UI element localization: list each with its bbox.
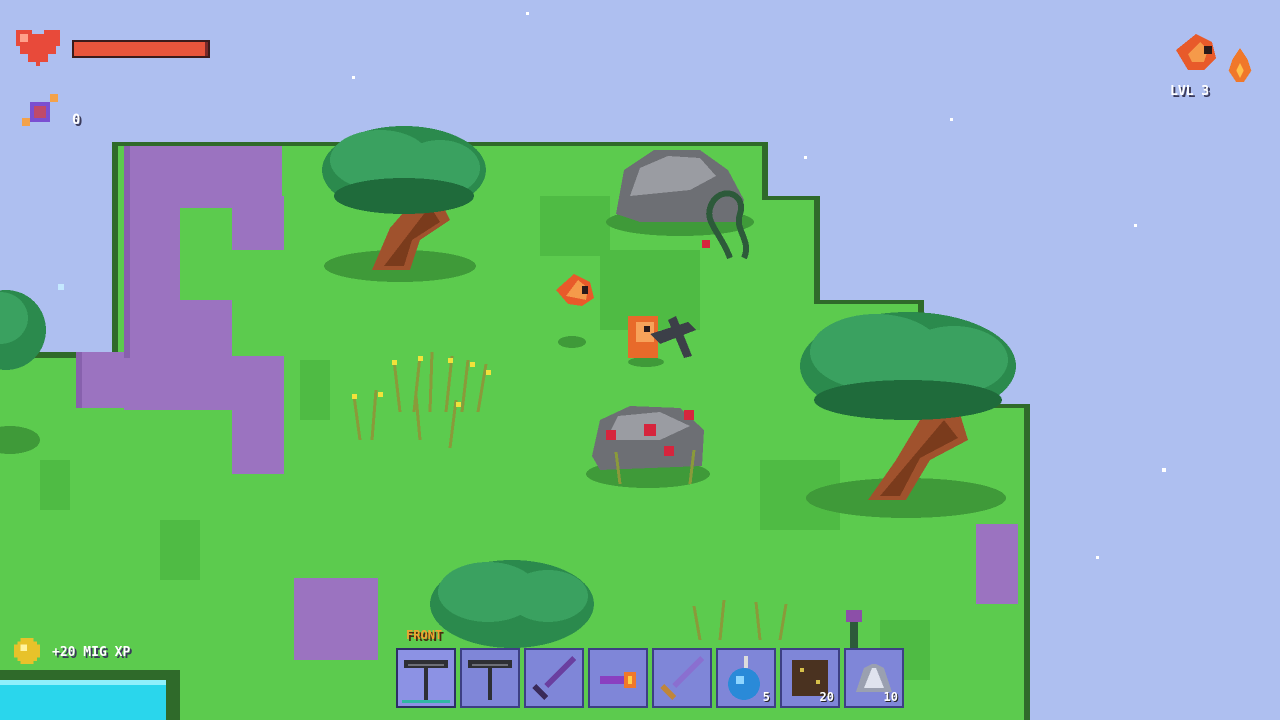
fire-spirit-level-icon	[1176, 34, 1216, 70]
purple-gem-icon	[22, 94, 58, 126]
purple-sword-icon	[532, 656, 576, 700]
hotbar-slot-2[interactable]	[460, 648, 520, 708]
item-count: 10	[883, 690, 898, 704]
tree[interactable]	[322, 126, 486, 282]
blue-bomb-icon	[728, 656, 760, 700]
gem-count: 0	[72, 112, 81, 128]
hotbar-slot-1[interactable]	[396, 648, 456, 708]
hotbar-slot-5[interactable]	[652, 648, 712, 708]
tree[interactable]	[430, 560, 594, 648]
hotbar-slot-4[interactable]	[588, 648, 648, 708]
lake-shine	[0, 680, 166, 685]
flame-icon	[1228, 48, 1252, 82]
heart-icon	[16, 30, 60, 66]
health-bar	[72, 40, 210, 58]
coin-icon	[14, 638, 40, 664]
health-bar-fill	[74, 42, 206, 56]
game-world[interactable]	[0, 0, 1280, 720]
hotbar-slot-durability	[402, 700, 450, 703]
hotbar-slot-3[interactable]	[524, 648, 584, 708]
hotbar-front-label: FRONT	[406, 628, 443, 642]
magic-wand-icon	[600, 672, 636, 688]
item-count: 20	[819, 690, 834, 704]
hotbar-slot-6[interactable]: 5	[716, 648, 776, 708]
item-count: 5	[762, 690, 770, 704]
level-label: LVL 3	[1170, 84, 1210, 99]
lake	[0, 680, 166, 720]
pickaxe-icon	[404, 660, 448, 700]
hotbar: 5 20 10	[396, 648, 908, 708]
xp-notification: +20 MIG XP	[52, 645, 131, 660]
steel-sword-icon	[660, 656, 704, 700]
hotbar-slot-7[interactable]: 20	[780, 648, 840, 708]
hotbar-slot-8[interactable]: 10	[844, 648, 904, 708]
pickaxe-icon	[468, 660, 512, 700]
